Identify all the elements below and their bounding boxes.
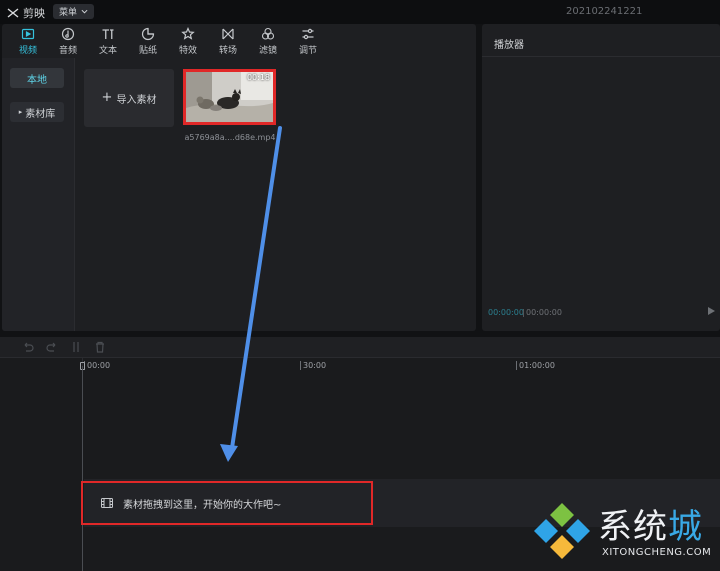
app-name: 剪映 (23, 7, 45, 20)
player-title: 播放器 (494, 40, 524, 51)
sticker-icon (141, 27, 155, 41)
tab-label: 文本 (98, 46, 117, 56)
tick-label: 00:00 (87, 361, 111, 370)
media-toolbar: 视频 音频 文本 贴纸 特效 转场 滤镜 调节 (2, 24, 476, 58)
media-sidebar: 本地 ▸ 素材库 (2, 58, 75, 331)
track-headers (0, 358, 83, 571)
undo-icon[interactable] (22, 341, 34, 353)
tab-adjust[interactable]: 调节 (290, 27, 326, 56)
tick-label: 30:00 (303, 361, 327, 370)
total-time: 00:00:00 (526, 308, 562, 317)
current-time: 00:00:00 (488, 308, 524, 317)
menu-label: 菜单 (59, 8, 78, 18)
delete-icon[interactable] (94, 341, 106, 353)
filter-icon (261, 27, 275, 40)
timeline-ruler: 00:00 30:00 01:00:00 (82, 358, 720, 374)
redo-icon[interactable] (46, 341, 58, 353)
tab-label: 贴纸 (138, 46, 157, 56)
title-bar: 剪映 菜单 202102241221 (0, 0, 720, 24)
capcut-logo-icon (7, 8, 19, 18)
playhead[interactable] (82, 366, 83, 571)
menu-button[interactable]: 菜单 (53, 4, 95, 19)
tab-label: 调节 (298, 46, 317, 56)
sidebar-item-library[interactable]: ▸ 素材库 (10, 102, 64, 122)
video-icon (21, 28, 35, 40)
media-thumbnail[interactable]: 00:18 (183, 69, 276, 125)
watermark-name-part2: 城 (668, 507, 703, 547)
player-panel: 播放器 00:00:00 | 00:00:00 (482, 24, 720, 331)
text-icon (102, 29, 114, 39)
tab-label: 滤镜 (258, 46, 277, 56)
effects-icon (181, 27, 195, 40)
time-separator: | (522, 308, 525, 317)
transition-icon (222, 28, 234, 40)
tab-audio[interactable]: 音频 (50, 27, 86, 56)
tab-label: 特效 (178, 46, 197, 56)
tick-mark (516, 361, 517, 370)
drop-zone[interactable]: 素材拖拽到这里，开始你的大作吧~ (81, 481, 373, 525)
tab-text[interactable]: 文本 (90, 27, 126, 56)
split-icon[interactable] (70, 341, 82, 353)
watermark-url: XITONGCHENG.COM (602, 547, 712, 558)
tab-label: 视频 (18, 46, 37, 56)
sidebar-item-label: 素材库 (25, 108, 56, 120)
watermark-name-part1: 系统 (598, 507, 668, 547)
tab-label: 音频 (58, 46, 77, 56)
tick-label: 01:00:00 (519, 361, 555, 370)
watermark-name: 系统城 (598, 499, 703, 548)
tab-filter[interactable]: 滤镜 (250, 27, 286, 56)
watermark: 系统城 XITONGCHENG.COM (528, 497, 720, 571)
drop-hint-text: 素材拖拽到这里，开始你的大作吧~ (123, 499, 282, 511)
media-duration: 00:18 (246, 73, 270, 82)
timeline-toolbar (0, 337, 720, 358)
play-icon[interactable] (707, 306, 716, 316)
chevron-down-icon (81, 9, 88, 14)
app-logo: 剪映 (6, 5, 45, 21)
plus-icon: + (101, 90, 113, 105)
film-icon (101, 498, 113, 508)
project-title: 202102241221 (566, 6, 643, 17)
media-filename: a5769a8a....d68e.mp4 (184, 133, 276, 142)
audio-icon (61, 27, 75, 41)
tab-effects[interactable]: 特效 (170, 27, 206, 56)
tick-mark (300, 361, 301, 370)
tab-transition[interactable]: 转场 (210, 27, 246, 56)
import-media-button[interactable]: + 导入素材 (84, 69, 174, 127)
tab-label: 转场 (218, 46, 237, 56)
tab-sticker[interactable]: 贴纸 (130, 27, 166, 56)
import-label: 导入素材 (116, 94, 157, 106)
divider (482, 56, 720, 57)
xitongcheng-logo-icon (534, 503, 590, 559)
tab-video[interactable]: 视频 (10, 27, 46, 56)
caret-right-icon: ▸ (18, 108, 23, 116)
adjust-icon (302, 28, 314, 40)
sidebar-item-local[interactable]: 本地 (10, 68, 64, 88)
